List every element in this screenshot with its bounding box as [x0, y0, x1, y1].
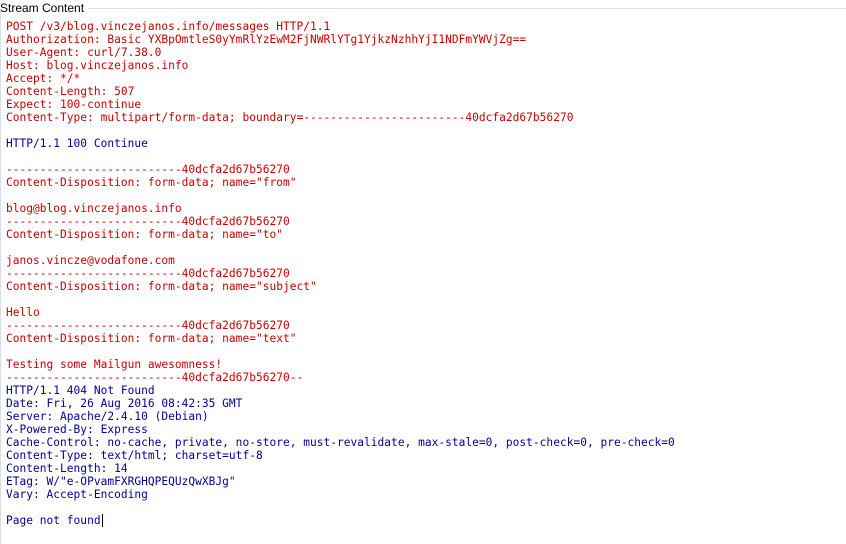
client-stream-line: [2, 241, 846, 254]
server-stream-line: [2, 150, 846, 163]
stream-line-text: Server: Apache/2.4.10 (Debian): [6, 410, 209, 423]
stream-content-title: Stream Content: [0, 1, 87, 15]
stream-line-text: Content-Type: text/html; charset=utf-8: [6, 449, 263, 462]
client-stream-line: [2, 293, 846, 306]
server-stream-line: HTTP/1.1 404 Not Found: [2, 384, 846, 397]
text-cursor: [101, 514, 103, 527]
stream-line-text: Content-Disposition: form-data; name="te…: [6, 332, 297, 345]
stream-line-text: Page not found: [6, 514, 101, 527]
client-stream-line: --------------------------40dcfa2d67b562…: [2, 215, 846, 228]
server-stream-line: Server: Apache/2.4.10 (Debian): [2, 410, 846, 423]
stream-line-text: blog@blog.vinczejanos.info: [6, 202, 182, 215]
server-stream-line: Content-Length: 14: [2, 462, 846, 475]
client-stream-line: Content-Type: multipart/form-data; bound…: [2, 111, 846, 124]
stream-line-text: --------------------------40dcfa2d67b562…: [6, 163, 290, 176]
stream-line-text: Host: blog.vinczejanos.info: [6, 59, 189, 72]
client-stream-line: [2, 124, 846, 137]
groupbox-border-left: [0, 8, 1, 544]
stream-line-text: HTTP/1.1 100 Continue: [6, 137, 148, 150]
stream-line-text: Content-Length: 14: [6, 462, 128, 475]
stream-line-text: --------------------------40dcfa2d67b562…: [6, 215, 290, 228]
client-stream-line: --------------------------40dcfa2d67b562…: [2, 319, 846, 332]
stream-line-text: POST /v3/blog.vinczejanos.info/messages …: [6, 20, 331, 33]
client-stream-line: Content-Disposition: form-data; name="fr…: [2, 176, 846, 189]
stream-line-text: HTTP/1.1 404 Not Found: [6, 384, 155, 397]
server-stream-line: HTTP/1.1 100 Continue: [2, 137, 846, 150]
stream-line-text: ETag: W/"e-OPvamFXRGHQPEQUzQwXBJg": [6, 475, 236, 488]
client-stream-line: Content-Disposition: form-data; name="su…: [2, 280, 846, 293]
client-stream-line: User-Agent: curl/7.38.0: [2, 46, 846, 59]
groupbox-border-top: [88, 8, 846, 9]
stream-line-text: janos.vincze@vodafone.com: [6, 254, 175, 267]
client-stream-line: --------------------------40dcfa2d67b562…: [2, 371, 846, 384]
client-stream-line: Content-Disposition: form-data; name="to…: [2, 228, 846, 241]
client-stream-line: [2, 345, 846, 358]
server-stream-line: ETag: W/"e-OPvamFXRGHQPEQUzQwXBJg": [2, 475, 846, 488]
stream-content-groupbox-header: Stream Content: [0, 0, 846, 16]
stream-content-textarea[interactable]: POST /v3/blog.vinczejanos.info/messages …: [2, 20, 846, 544]
client-stream-line: Accept: */*: [2, 72, 846, 85]
stream-line-text: Hello: [6, 306, 40, 319]
client-stream-line: POST /v3/blog.vinczejanos.info/messages …: [2, 20, 846, 33]
stream-line-text: --------------------------40dcfa2d67b562…: [6, 371, 304, 384]
stream-line-text: Content-Type: multipart/form-data; bound…: [6, 111, 574, 124]
client-stream-line: blog@blog.vinczejanos.info: [2, 202, 846, 215]
client-stream-line: Expect: 100-continue: [2, 98, 846, 111]
stream-line-text: Content-Length: 507: [6, 85, 135, 98]
server-stream-line: Content-Type: text/html; charset=utf-8: [2, 449, 846, 462]
client-stream-line: --------------------------40dcfa2d67b562…: [2, 267, 846, 280]
client-stream-line: Content-Disposition: form-data; name="te…: [2, 332, 846, 345]
server-stream-line: Vary: Accept-Encoding: [2, 488, 846, 501]
stream-line-text: Testing some Mailgun awesomness!: [6, 358, 223, 371]
stream-line-text: Vary: Accept-Encoding: [6, 488, 148, 501]
client-stream-line: Content-Length: 507: [2, 85, 846, 98]
stream-line-text: User-Agent: curl/7.38.0: [6, 46, 162, 59]
stream-line-text: --------------------------40dcfa2d67b562…: [6, 319, 290, 332]
stream-line-text: Content-Disposition: form-data; name="to…: [6, 228, 283, 241]
client-stream-line: Host: blog.vinczejanos.info: [2, 59, 846, 72]
stream-line-text: Content-Disposition: form-data; name="su…: [6, 280, 317, 293]
client-stream-line: Authorization: Basic YXBpOmtleS0yYmRlYzE…: [2, 33, 846, 46]
server-stream-line: X-Powered-By: Express: [2, 423, 846, 436]
stream-line-text: Accept: */*: [6, 72, 81, 85]
follow-stream-window: Stream Content POST /v3/blog.vinczejanos…: [0, 0, 846, 544]
client-stream-line: janos.vincze@vodafone.com: [2, 254, 846, 267]
server-stream-line: [2, 501, 846, 514]
client-stream-line: --------------------------40dcfa2d67b562…: [2, 163, 846, 176]
stream-line-text: Date: Fri, 26 Aug 2016 08:42:35 GMT: [6, 397, 243, 410]
server-stream-line: Cache-Control: no-cache, private, no-sto…: [2, 436, 846, 449]
server-stream-line: Date: Fri, 26 Aug 2016 08:42:35 GMT: [2, 397, 846, 410]
stream-line-text: Authorization: Basic YXBpOmtleS0yYmRlYzE…: [6, 33, 527, 46]
client-stream-line: Hello: [2, 306, 846, 319]
stream-line-text: Expect: 100-continue: [6, 98, 142, 111]
client-stream-line: Testing some Mailgun awesomness!: [2, 358, 846, 371]
stream-line-text: Content-Disposition: form-data; name="fr…: [6, 176, 297, 189]
stream-line-text: Cache-Control: no-cache, private, no-sto…: [6, 436, 675, 449]
client-stream-line: [2, 189, 846, 202]
stream-line-text: X-Powered-By: Express: [6, 423, 148, 436]
server-stream-line: Page not found: [2, 514, 846, 527]
stream-line-text: --------------------------40dcfa2d67b562…: [6, 267, 290, 280]
